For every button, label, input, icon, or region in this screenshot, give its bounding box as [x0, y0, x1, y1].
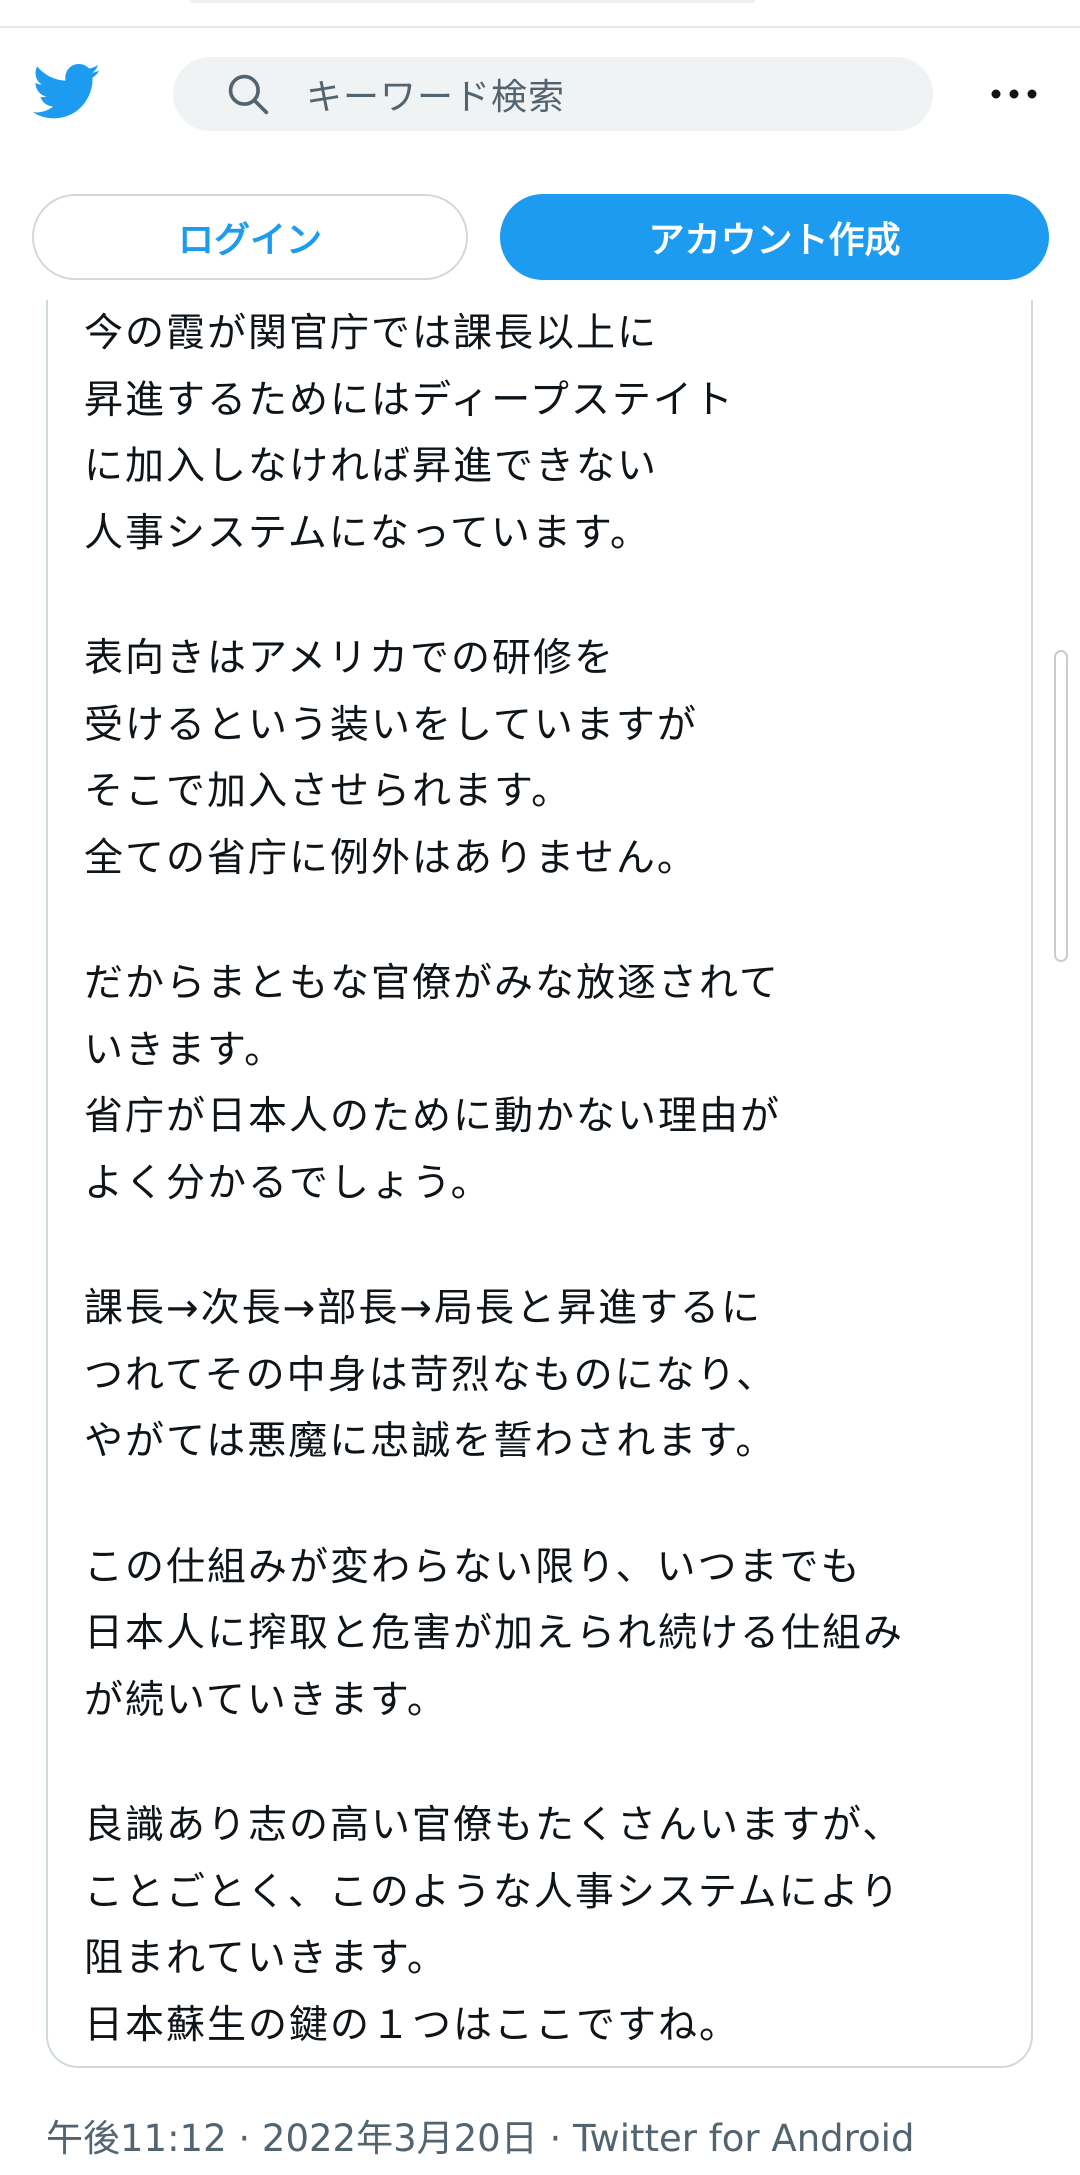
tweet-line: に加入しなければ昇進できない [84, 444, 659, 489]
top-edge [0, 0, 1080, 28]
tweet-line: いきます。 [84, 1027, 286, 1073]
tweet-paragraph: 良識あり志の高い官僚もたくさんいますが、 ことごとく、このような人事システムにより… [84, 1793, 1014, 2059]
signup-button[interactable]: アカウント作成 [500, 194, 1049, 280]
search-icon [228, 74, 269, 115]
login-button[interactable]: ログイン [32, 194, 468, 280]
tweet-line: 良識あり志の高い官僚もたくさんいますが、 [84, 1803, 904, 1848]
tweet-line: 今の霞が関官庁では課長以上に [84, 311, 659, 356]
search-placeholder: キーワード検索 [306, 77, 566, 118]
tweet-line: この仕組みが変わらない限り、いつまでも [84, 1544, 862, 1590]
search-bar[interactable]: キーワード検索 [173, 57, 933, 131]
top-handle [190, 0, 755, 3]
tweet-line: そこで加入させられます。 [84, 769, 573, 814]
tweet-line: 省庁が日本人のために動かない理由が [84, 1094, 782, 1139]
tweet-line: つれてその中身は苛烈なものになり、 [84, 1352, 778, 1398]
tweet-paragraph: だからまともな官僚がみな放逐されて いきます。省庁が日本人のために動かない理由がよ… [84, 951, 1014, 1217]
tweet-line: やがては悪魔に忠誠を誓わされます。 [84, 1419, 777, 1464]
tweet-paragraph: 今の霞が関官庁では課長以上に昇進するためにはディープステイト に加入しなければ昇進… [84, 301, 1014, 567]
tweet-line: よく分かるでしょう。 [84, 1160, 492, 1206]
tweet-line: 受けるという装いをしていますが [84, 702, 698, 748]
tweet-paragraph: 表向きはアメリカでの研修を受けるという装いをしていますが そこで加入させられます。… [84, 626, 1014, 892]
scrollbar[interactable] [1054, 650, 1068, 962]
tweet-paragraph: この仕組みが変わらない限り、いつまでも 日本人に搾取と危害が加えられ続ける仕組みが… [84, 1535, 1014, 1735]
tweet-paragraph: 課長→次長→部長→局長と昇進するに つれてその中身は苛烈なものになり、 やがては悪魔… [84, 1276, 1014, 1476]
tweet-line: 表向きはアメリカでの研修を [84, 636, 616, 681]
tweet-line: 課長→次長→部長→局長と昇進するに [84, 1286, 763, 1331]
twitter-bird-icon[interactable] [33, 63, 101, 121]
tweet-line: 日本人に搾取と危害が加えられ続ける仕組み [84, 1611, 905, 1656]
tweet-line: 日本蘇生の鍵の１つはここですね。 [84, 2002, 741, 2048]
tweet-line: 人事システムになっています。 [84, 510, 651, 556]
tweet-line: ことごとく、このような人事システムにより [84, 1869, 901, 1915]
tweet-line: だからまともな官僚がみな放逐されて [84, 961, 780, 1006]
tweet-line: 全ての省庁に例外はありません。 [84, 835, 698, 881]
tweet-line: が続いていきます。 [84, 1677, 448, 1723]
tweet-timestamp: 午後11:12 · 2022年3月20日 · Twitter for Andro… [46, 2117, 915, 2160]
tweet-text: 今の霞が関官庁では課長以上に昇進するためにはディープステイト に加入しなければ昇進… [84, 301, 1014, 2118]
tweet-line: 昇進するためにはディープステイト [84, 377, 735, 423]
more-dots-icon[interactable] [988, 78, 1040, 110]
tweet-line: 阻まれていきます。 [84, 1936, 448, 1981]
